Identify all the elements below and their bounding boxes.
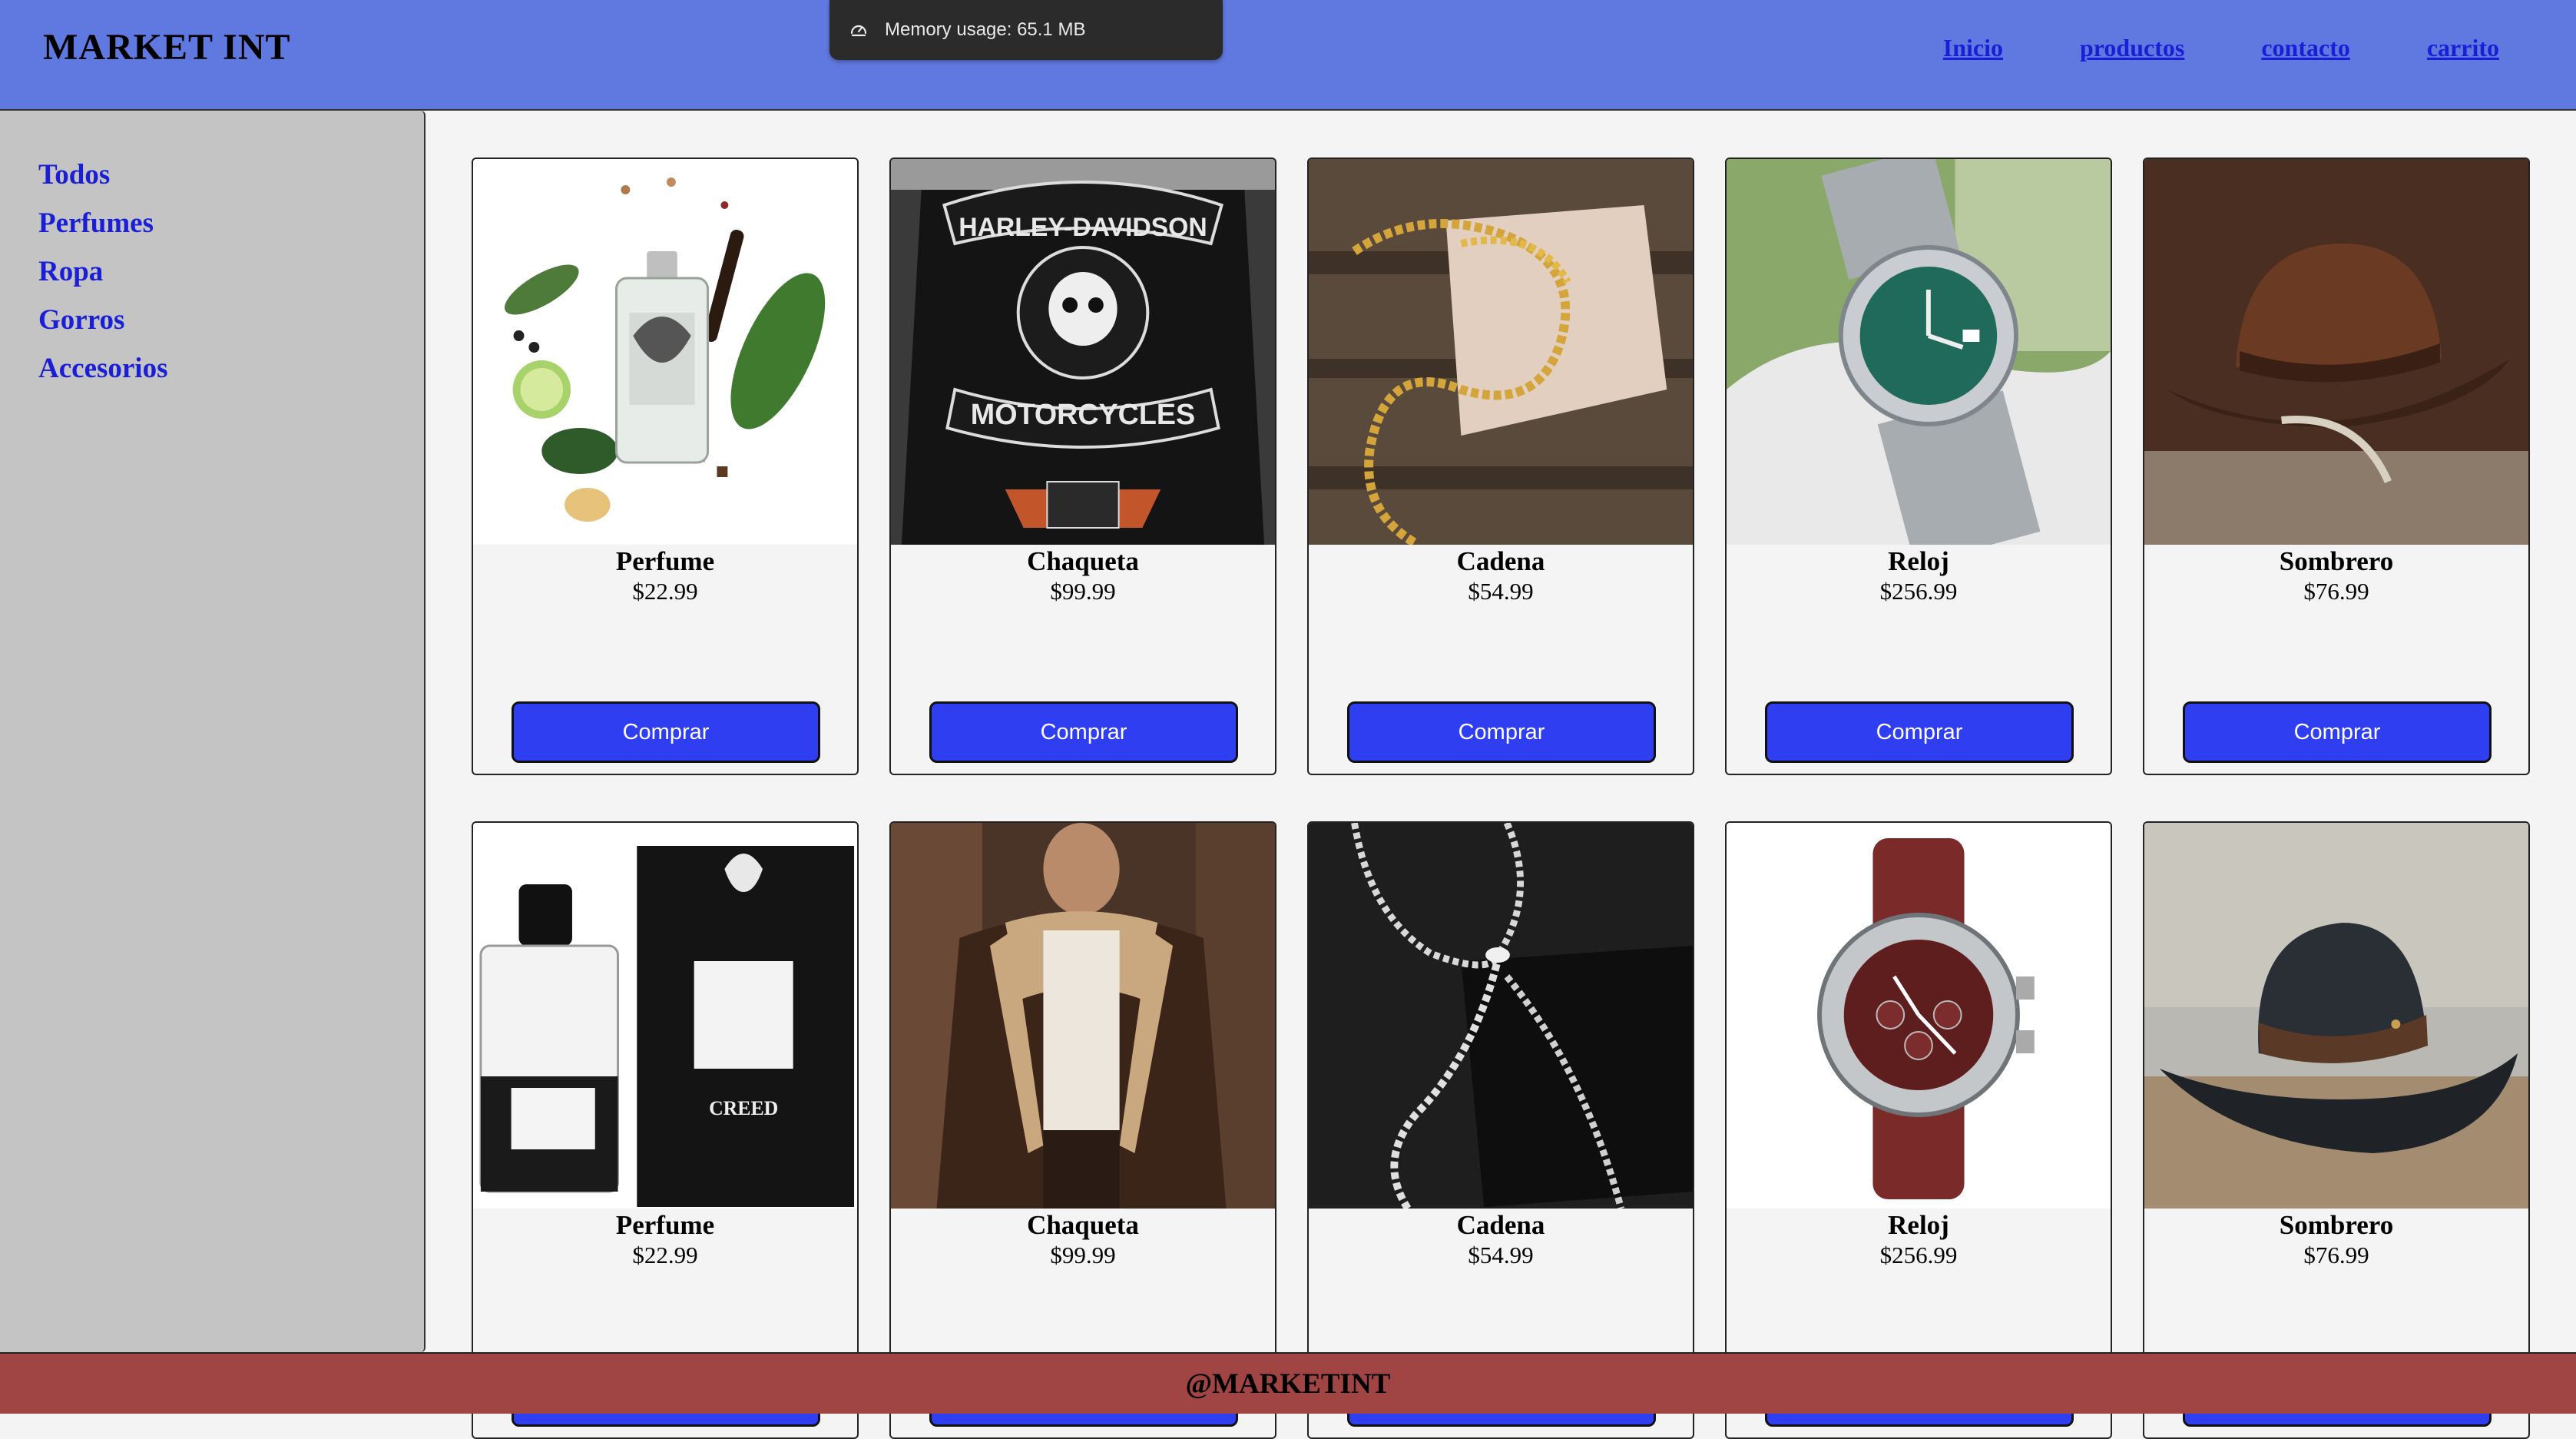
product-name: Chaqueta xyxy=(1027,1210,1139,1240)
site-footer: @MARKETINT xyxy=(0,1352,2576,1414)
nav-link-inicio[interactable]: Inicio xyxy=(1943,34,2003,62)
buy-button[interactable]: Comprar xyxy=(2183,701,2492,763)
product-card: Cadena $54.99 Comprar xyxy=(1307,821,1694,1439)
watch-image[interactable] xyxy=(1727,823,2111,1209)
product-name: Cadena xyxy=(1456,546,1545,576)
jacket-image[interactable] xyxy=(891,823,1275,1209)
product-name: Cadena xyxy=(1456,1210,1545,1240)
product-card: Sombrero $76.99 Comprar xyxy=(2143,157,2530,775)
buy-button[interactable]: Comprar xyxy=(512,701,820,763)
nav-link-productos[interactable]: productos xyxy=(2080,34,2184,62)
product-price: $256.99 xyxy=(1879,578,1958,605)
buy-button[interactable]: Comprar xyxy=(1347,701,1656,763)
product-card: Cadena $54.99 Comprar xyxy=(1307,157,1694,775)
category-accesorios[interactable]: Accesorios xyxy=(38,344,424,393)
product-card: HARLEY-DAVIDSON MOTORCYCLES Chaqueta $99… xyxy=(889,157,1276,775)
category-gorros[interactable]: Gorros xyxy=(38,296,424,344)
site-header: MARKET INT Inicio productos contacto car… xyxy=(0,0,2576,111)
product-price: $54.99 xyxy=(1468,578,1534,605)
category-ropa[interactable]: Ropa xyxy=(38,247,424,296)
product-card: CREED Perfume $22.99 Comprar xyxy=(472,821,859,1439)
product-price: $22.99 xyxy=(632,578,698,605)
chain-image[interactable] xyxy=(1309,823,1693,1209)
gauge-icon xyxy=(849,21,868,39)
product-price: $99.99 xyxy=(1050,1242,1116,1268)
buy-button[interactable]: Comprar xyxy=(929,701,1238,763)
product-name: Perfume xyxy=(615,546,715,576)
category-perfumes[interactable]: Perfumes xyxy=(38,199,424,247)
product-name: Reloj xyxy=(1888,1210,1949,1240)
product-price: $76.99 xyxy=(2303,1242,2369,1268)
product-card: Reloj $256.99 Comprar xyxy=(1725,157,2112,775)
svg-text:CREED: CREED xyxy=(709,1097,778,1119)
category-sidebar: Todos Perfumes Ropa Gorros Accesorios xyxy=(0,111,425,1352)
product-name: Chaqueta xyxy=(1027,546,1139,576)
svg-text:HARLEY-DAVIDSON: HARLEY-DAVIDSON xyxy=(959,213,1207,242)
hat-image[interactable] xyxy=(2144,159,2528,545)
product-name: Sombrero xyxy=(2279,546,2394,576)
product-price: $54.99 xyxy=(1468,1242,1534,1268)
perfume-image[interactable]: CREED xyxy=(473,823,857,1209)
watch-image[interactable] xyxy=(1727,159,2111,545)
buy-button[interactable]: Comprar xyxy=(1765,701,2074,763)
product-name: Reloj xyxy=(1888,546,1949,576)
product-card: Reloj $256.99 Comprar xyxy=(1725,821,2112,1439)
footer-handle: @MARKETINT xyxy=(1185,1368,1391,1400)
product-name: Sombrero xyxy=(2279,1210,2394,1240)
memory-usage-toast: Memory usage: 65.1 MB xyxy=(829,0,1223,60)
perfume-image[interactable] xyxy=(473,159,857,545)
main-nav: Inicio productos contacto carrito xyxy=(1943,34,2499,62)
brand-logo[interactable]: MARKET INT xyxy=(43,26,291,68)
chain-image[interactable] xyxy=(1309,159,1693,545)
svg-text:MOTORCYCLES: MOTORCYCLES xyxy=(971,399,1195,431)
product-card: Perfume $22.99 Comprar xyxy=(472,157,859,775)
product-price: $256.99 xyxy=(1879,1242,1958,1268)
nav-link-carrito[interactable]: carrito xyxy=(2427,34,2499,62)
hat-image[interactable] xyxy=(2144,823,2528,1209)
memory-usage-text: Memory usage: 65.1 MB xyxy=(885,19,1086,40)
category-todos[interactable]: Todos xyxy=(38,151,424,199)
product-price: $22.99 xyxy=(632,1242,698,1268)
jacket-image[interactable]: HARLEY-DAVIDSON MOTORCYCLES xyxy=(891,159,1275,545)
product-card: Chaqueta $99.99 Comprar xyxy=(889,821,1276,1439)
product-grid: Perfume $22.99 Comprar HARLEY-DAVIDSON M… xyxy=(472,157,2530,1439)
product-price: $76.99 xyxy=(2303,578,2369,605)
nav-link-contacto[interactable]: contacto xyxy=(2261,34,2350,62)
product-name: Perfume xyxy=(615,1210,715,1240)
product-card: Sombrero $76.99 Comprar xyxy=(2143,821,2530,1439)
product-price: $99.99 xyxy=(1050,578,1116,605)
